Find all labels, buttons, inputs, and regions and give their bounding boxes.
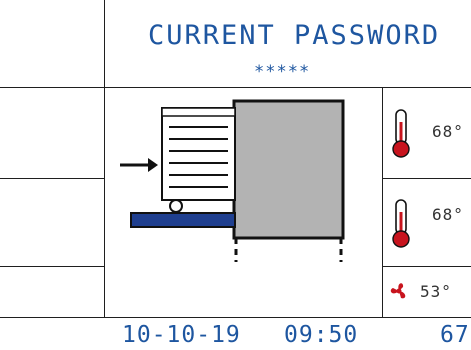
sensor-2-value: 68° — [432, 205, 464, 224]
tray-wheel — [169, 199, 183, 213]
thermometer-icon — [392, 199, 410, 248]
tray-inner — [161, 107, 236, 117]
footer-date: 10-10-19 — [122, 322, 241, 348]
footer-value: 67 — [440, 322, 470, 348]
thermometer-icon — [392, 109, 410, 158]
sensor-1-value: 68° — [432, 122, 464, 141]
oven-chamber — [232, 99, 345, 240]
conveyor-belt — [130, 212, 236, 228]
footer-time: 09:50 — [284, 322, 359, 348]
fan-icon — [390, 283, 406, 299]
sensor-3-value: 53° — [420, 282, 452, 301]
